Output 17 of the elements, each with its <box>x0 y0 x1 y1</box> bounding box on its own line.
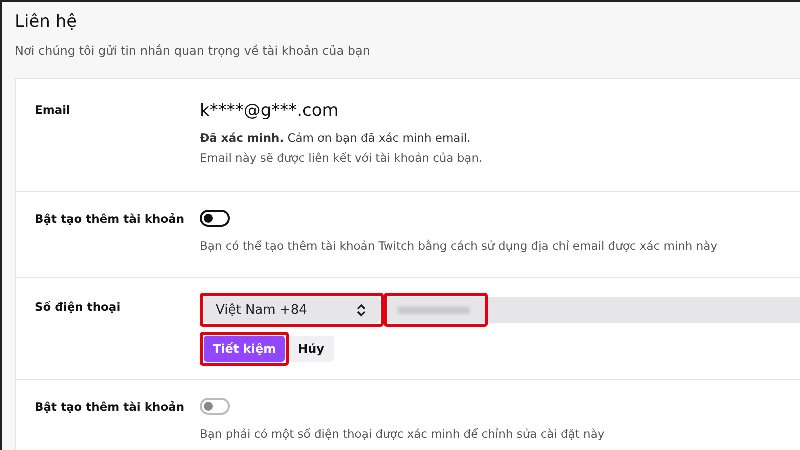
field-description: Email này sẽ được liên kết với tài khoản của bạn. <box>200 151 484 165</box>
blurred-number <box>398 306 470 314</box>
save-button[interactable]: Tiết kiệm <box>204 336 286 362</box>
field-label: Bật tạo thêm tài khoản <box>35 211 186 228</box>
field-label: Bật tạo thêm tài khoản <box>35 399 186 416</box>
cancel-button[interactable]: Hủy <box>289 336 334 362</box>
email-value: k****@g***.com <box>200 101 340 121</box>
field-label: Số điện thoại <box>35 299 122 316</box>
field-description: Bạn phải có một số điện thoại được xác minh để chỉnh sửa cài đặt này <box>200 427 606 441</box>
country-select[interactable]: Việt Nam +84 <box>204 297 380 323</box>
section-title: Liên hệ <box>15 12 78 32</box>
toggle-switch[interactable] <box>200 210 230 227</box>
chevron-updown-icon <box>357 304 366 316</box>
field-description: Bạn có thể tạo thêm tài khoản Twitch bằng cách sử dụng địa chỉ email được xác minh này <box>200 239 719 253</box>
verified-note: Đã xác minh. Cảm ơn bạn đã xác minh email. <box>200 131 472 145</box>
field-label: Email <box>35 102 72 119</box>
section-subtitle: Nơi chúng tôi gửi tin nhắn quan trọng về tài khoản của bạn <box>15 44 372 58</box>
